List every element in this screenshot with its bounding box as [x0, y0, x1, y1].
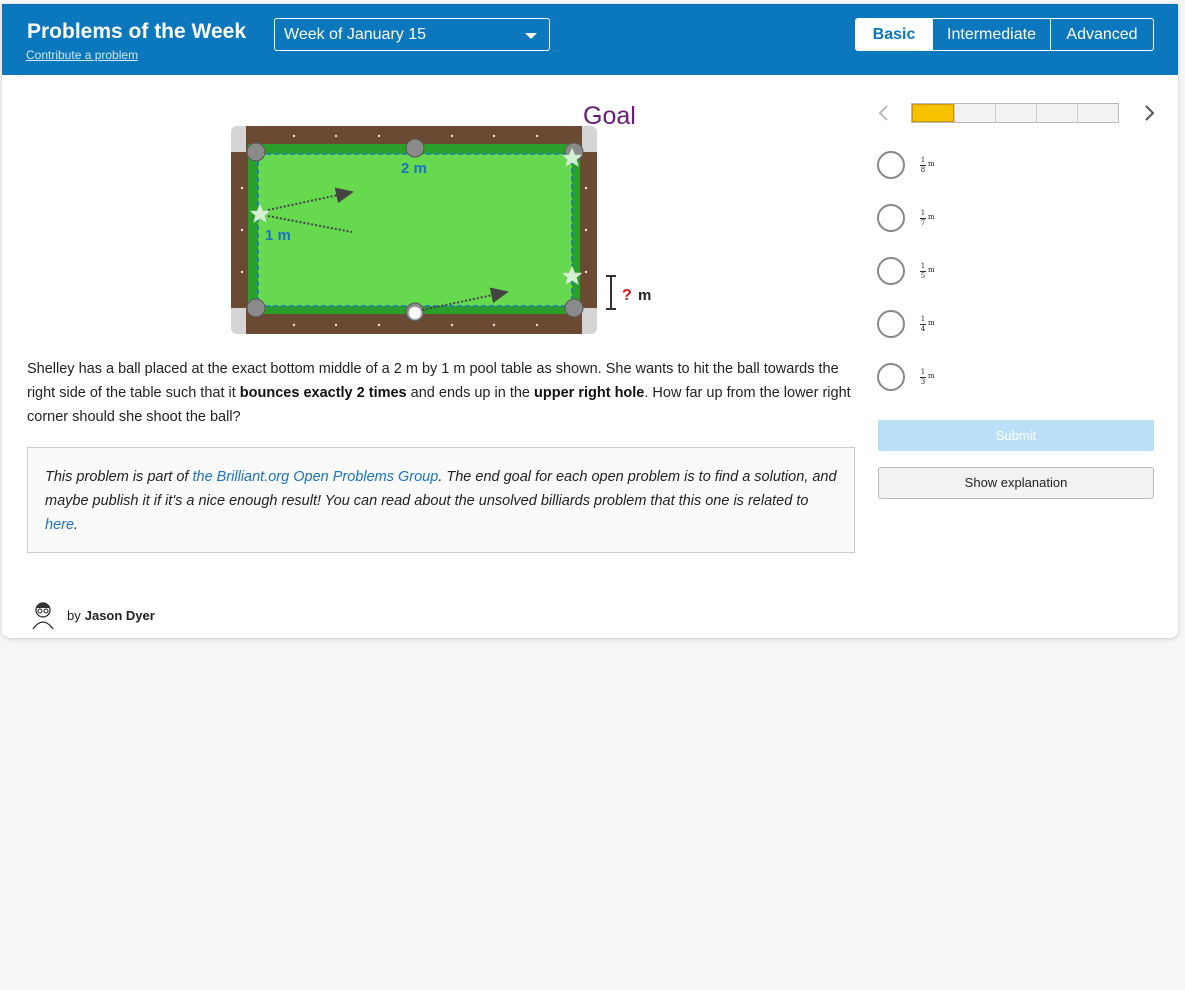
radio-button[interactable] [877, 151, 905, 179]
cue-ball [408, 306, 422, 320]
option-unit: m [928, 160, 935, 168]
option-unit: m [928, 372, 935, 380]
author-by: by [67, 607, 81, 623]
progress-bar [911, 103, 1119, 123]
option-unit: m [928, 266, 935, 274]
author-name[interactable]: Jason Dyer [85, 608, 155, 623]
pocket-bottom-right [564, 298, 584, 318]
submit-button[interactable]: Submit [878, 420, 1154, 451]
header-bar: Problems of the Week Contribute a proble… [2, 4, 1178, 75]
radio-button[interactable] [877, 204, 905, 232]
author-line: by Jason Dyer [29, 600, 155, 630]
fraction: 13 [920, 367, 926, 386]
chevron-right-icon[interactable] [1139, 103, 1159, 123]
height-label: 1 m [265, 227, 291, 244]
tab-intermediate[interactable]: Intermediate [932, 19, 1050, 50]
radio-button[interactable] [877, 310, 905, 338]
option-1-4[interactable]: 14 m [877, 309, 997, 339]
width-label: 2 m [401, 160, 427, 177]
radio-button[interactable] [877, 363, 905, 391]
week-select[interactable]: Week of January 15 [274, 18, 550, 51]
progress-segment [1036, 104, 1077, 122]
here-link[interactable]: here [45, 517, 74, 533]
chevron-down-icon [525, 33, 537, 39]
option-1-7[interactable]: 17 m [877, 203, 997, 233]
progress-segment [1077, 104, 1118, 122]
progress-segment [954, 104, 995, 122]
tab-basic[interactable]: Basic [856, 19, 932, 50]
problem-card: Problems of the Week Contribute a proble… [2, 4, 1178, 638]
pool-table-diagram: 2 m 1 m Goal ? m [231, 102, 651, 334]
contribute-link[interactable]: Contribute a problem [26, 48, 138, 62]
open-problem-note: This problem is part of the Brilliant.or… [27, 447, 855, 553]
option-unit: m [928, 213, 935, 221]
problem-bold-1: bounces exactly 2 times [239, 385, 407, 401]
fraction: 18 [920, 155, 926, 174]
tab-advanced[interactable]: Advanced [1050, 19, 1153, 50]
problem-statement: Shelley has a ball placed at the exact b… [27, 357, 852, 429]
chevron-left-icon[interactable] [874, 103, 894, 123]
fraction: 14 [920, 314, 926, 333]
pocket-top-left [246, 142, 266, 162]
problem-bold-2: upper right hole [534, 385, 645, 401]
avatar[interactable] [29, 600, 57, 630]
pocket-bottom-left [246, 298, 266, 318]
option-1-5[interactable]: 15 m [877, 256, 997, 286]
fraction: 17 [920, 208, 926, 227]
open-problems-group-link[interactable]: the Brilliant.org Open Problems Group [192, 469, 438, 485]
question-mark: ? [622, 287, 632, 304]
progress-segment [912, 104, 954, 122]
show-explanation-button[interactable]: Show explanation [878, 467, 1154, 499]
week-select-value: Week of January 15 [284, 26, 427, 43]
progress-segment [995, 104, 1036, 122]
radio-button[interactable] [877, 257, 905, 285]
option-1-8[interactable]: 18 m [877, 150, 997, 180]
fraction: 15 [920, 261, 926, 280]
note-text-1: This problem is part of [45, 469, 193, 485]
goal-label: Goal [583, 102, 636, 130]
pocket-top-middle [405, 138, 425, 158]
level-tabs: Basic Intermediate Advanced [855, 18, 1154, 51]
option-1-3[interactable]: 13 m [877, 362, 997, 392]
question-unit: m [638, 287, 651, 304]
option-unit: m [928, 319, 935, 327]
problem-text-2: and ends up in the [406, 385, 535, 401]
measure-bracket [606, 275, 616, 310]
page-title: Problems of the Week [27, 20, 247, 43]
note-text-3: . [74, 517, 79, 533]
